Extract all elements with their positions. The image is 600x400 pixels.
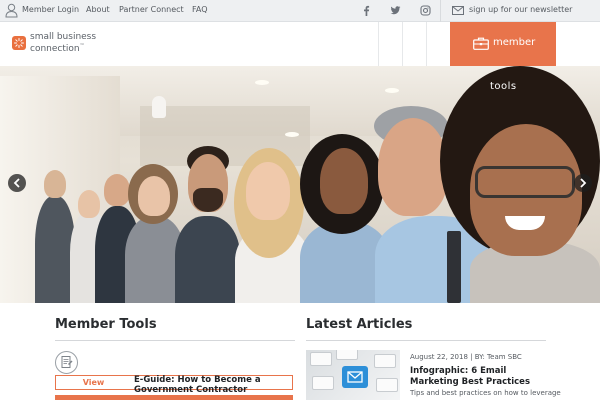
chevron-left-icon bbox=[13, 178, 20, 188]
carousel-prev-button[interactable] bbox=[8, 174, 26, 192]
mail-icon[interactable] bbox=[452, 6, 464, 15]
user-icon bbox=[5, 3, 18, 18]
keyboard-key bbox=[376, 378, 398, 392]
view-button[interactable]: View bbox=[56, 376, 131, 389]
article-thumbnail[interactable] bbox=[306, 350, 400, 400]
logo-line-2: connection™ bbox=[30, 42, 96, 54]
latest-articles-divider bbox=[306, 340, 546, 341]
person-face bbox=[320, 148, 368, 214]
utility-bar: Member Login About Partner Connect FAQ s… bbox=[0, 0, 600, 22]
person-body bbox=[35, 196, 75, 303]
ceiling-light bbox=[285, 132, 299, 137]
document-icon bbox=[55, 351, 78, 374]
keyboard-key bbox=[336, 350, 358, 360]
header-divider bbox=[378, 22, 379, 66]
article-meta: August 22, 2018 | BY: Team SBC bbox=[410, 353, 522, 361]
ceiling-light bbox=[385, 88, 399, 93]
person-face bbox=[378, 118, 448, 216]
person-tie bbox=[447, 231, 461, 303]
hero-overlay-text: tools bbox=[490, 81, 517, 92]
member-button[interactable]: member bbox=[450, 22, 556, 66]
person-face bbox=[104, 174, 130, 206]
person-face bbox=[78, 190, 100, 218]
ebook-icon bbox=[61, 356, 73, 368]
member-login-link[interactable]: Member Login bbox=[22, 5, 79, 14]
hero-carousel: tools bbox=[0, 66, 600, 303]
page: Member Login About Partner Connect FAQ s… bbox=[0, 0, 600, 400]
header-divider bbox=[426, 22, 427, 66]
article-title[interactable]: Infographic: 6 Email Marketing Best Prac… bbox=[410, 366, 550, 388]
about-link[interactable]: About bbox=[86, 5, 110, 14]
partner-connect-link[interactable]: Partner Connect bbox=[119, 5, 184, 14]
keyboard-key bbox=[374, 354, 396, 368]
eyeglasses bbox=[475, 166, 575, 198]
logo-line-2-text: connection bbox=[30, 44, 80, 54]
site-header: small business connection™ member bbox=[0, 22, 600, 66]
ceiling-light bbox=[255, 80, 269, 85]
keyboard-key bbox=[310, 352, 332, 366]
person-beard bbox=[193, 188, 223, 212]
member-tool-title[interactable]: E-Guide: How to Become a Government Cont… bbox=[134, 375, 284, 395]
hero-lamp bbox=[152, 96, 166, 118]
email-key-icon bbox=[342, 366, 368, 388]
logo-icon[interactable] bbox=[12, 36, 26, 50]
member-button-label: member bbox=[493, 37, 536, 48]
keyboard-key bbox=[312, 376, 334, 390]
logo-sunburst-icon bbox=[14, 38, 24, 48]
topbar-divider bbox=[440, 0, 441, 22]
briefcase-icon bbox=[473, 37, 489, 50]
header-divider bbox=[402, 22, 403, 66]
member-tools-divider bbox=[55, 340, 295, 341]
logo-wordmark[interactable]: small business connection™ bbox=[30, 33, 96, 54]
article-description: Tips and best practices on how to levera… bbox=[410, 389, 561, 397]
person-face bbox=[246, 162, 290, 220]
envelope-icon bbox=[347, 371, 363, 383]
twitter-icon[interactable] bbox=[390, 5, 401, 16]
person-face bbox=[44, 170, 66, 198]
person-face bbox=[138, 176, 170, 216]
carousel-next-button[interactable] bbox=[574, 174, 592, 192]
newsletter-link[interactable]: sign up for our newsletter bbox=[469, 5, 572, 14]
instagram-icon[interactable] bbox=[420, 5, 431, 16]
chevron-right-icon bbox=[580, 178, 587, 188]
member-tools-title: Member Tools bbox=[55, 317, 157, 332]
logo-line-1: small business bbox=[30, 32, 97, 42]
facebook-icon[interactable] bbox=[361, 5, 372, 16]
person-body bbox=[175, 216, 240, 303]
latest-articles-title: Latest Articles bbox=[306, 317, 413, 332]
member-tool-next-button[interactable] bbox=[55, 395, 293, 400]
faq-link[interactable]: FAQ bbox=[192, 5, 208, 14]
logo-trademark: ™ bbox=[79, 43, 85, 49]
